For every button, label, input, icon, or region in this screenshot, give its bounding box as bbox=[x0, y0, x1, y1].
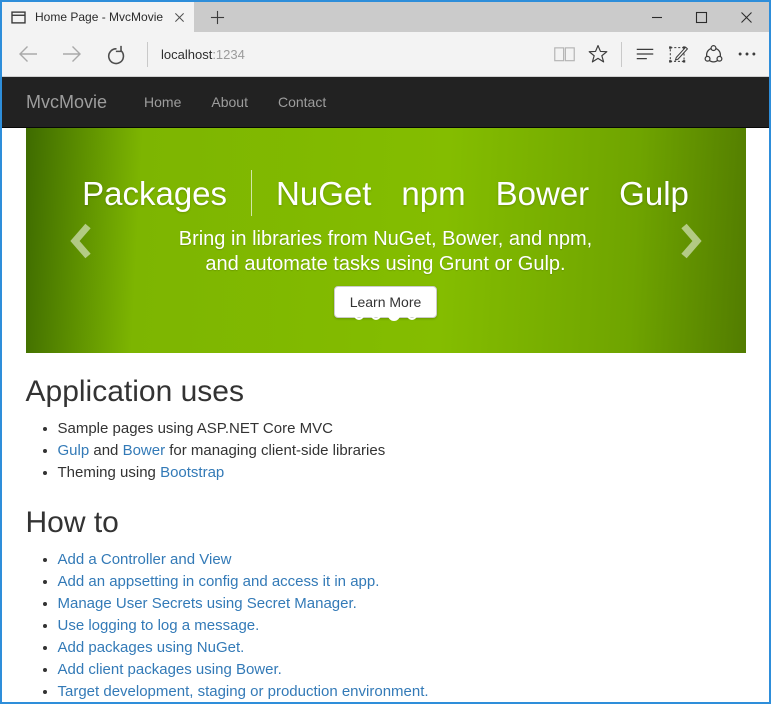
heading-item-bower: Bower bbox=[496, 177, 590, 210]
list-item: Add client packages using Bower. bbox=[58, 659, 746, 681]
refresh-icon bbox=[106, 44, 127, 65]
more-actions-button[interactable] bbox=[730, 37, 764, 71]
list-item: Target development, staging or productio… bbox=[58, 681, 746, 702]
heading-item-gulp: Gulp bbox=[619, 177, 689, 210]
web-note-button[interactable] bbox=[662, 37, 696, 71]
address-bar[interactable]: localhost:1234 bbox=[161, 47, 245, 62]
list-item: Gulp and Bower for managing client-side … bbox=[58, 440, 746, 462]
main-content: Application uses Sample pages using ASP.… bbox=[26, 375, 746, 702]
refresh-button[interactable] bbox=[94, 35, 138, 73]
section-title-how-to: How to bbox=[26, 506, 746, 539]
gulp-link[interactable]: Gulp bbox=[58, 442, 90, 459]
carousel-indicator-4[interactable] bbox=[407, 310, 417, 320]
toolbar-divider bbox=[147, 42, 148, 67]
carousel-heading-primary: Packages bbox=[82, 177, 227, 210]
list-item: Use logging to log a message. bbox=[58, 615, 746, 637]
uses-item-text: and bbox=[89, 442, 122, 459]
howto-link-logging[interactable]: Use logging to log a message. bbox=[58, 617, 260, 634]
page-viewport: MvcMovie Home About Contact Packages bbox=[2, 77, 769, 702]
howto-link-user-secrets[interactable]: Manage User Secrets using Secret Manager… bbox=[58, 595, 357, 612]
carousel: Packages NuGet npm Bower Gulp Bring in l… bbox=[26, 128, 746, 353]
new-tab-button[interactable] bbox=[194, 2, 240, 32]
reading-view-button[interactable] bbox=[547, 37, 581, 71]
toolbar-divider bbox=[621, 42, 622, 67]
howto-link-environment[interactable]: Target development, staging or productio… bbox=[58, 683, 429, 700]
list-item: Theming using Bootstrap bbox=[58, 462, 746, 484]
browser-toolbar: localhost:1234 bbox=[2, 32, 769, 77]
favorites-button[interactable] bbox=[581, 37, 615, 71]
minimize-button[interactable] bbox=[634, 2, 679, 32]
page-favicon-icon bbox=[11, 11, 26, 24]
share-icon bbox=[702, 43, 725, 66]
browser-window: Home Page - MvcMovie bbox=[0, 0, 771, 704]
back-arrow-icon bbox=[17, 43, 39, 65]
titlebar-drag-area bbox=[240, 2, 634, 32]
carousel-text-line1: Bring in libraries from NuGet, Bower, an… bbox=[26, 227, 746, 252]
carousel-indicator-2[interactable] bbox=[371, 310, 381, 320]
list-item: Add an appsetting in config and access i… bbox=[58, 571, 746, 593]
list-item: Add packages using NuGet. bbox=[58, 637, 746, 659]
carousel-text-line2: and automate tasks using Grunt or Gulp. bbox=[26, 252, 746, 277]
minimize-icon bbox=[651, 11, 663, 23]
browser-tab[interactable]: Home Page - MvcMovie bbox=[2, 2, 194, 32]
uses-item-text: Sample pages using ASP.NET Core MVC bbox=[58, 420, 333, 437]
howto-link-nuget[interactable]: Add packages using NuGet. bbox=[58, 639, 245, 656]
site-navbar: MvcMovie Home About Contact bbox=[2, 77, 769, 128]
ellipsis-icon bbox=[736, 43, 758, 65]
toolbar-right-group bbox=[547, 37, 769, 71]
bootstrap-link[interactable]: Bootstrap bbox=[160, 464, 224, 481]
maximize-icon bbox=[695, 11, 708, 24]
tab-close-icon[interactable] bbox=[174, 12, 185, 23]
hub-lines-icon bbox=[634, 43, 656, 65]
titlebar: Home Page - MvcMovie bbox=[2, 2, 769, 32]
carousel-indicator-1[interactable] bbox=[354, 310, 364, 320]
heading-item-nuget: NuGet bbox=[276, 177, 371, 210]
forward-arrow-icon bbox=[61, 43, 83, 65]
carousel-heading: Packages NuGet npm Bower Gulp bbox=[26, 170, 746, 216]
nav-item-home[interactable]: Home bbox=[129, 94, 196, 110]
carousel-next-button[interactable] bbox=[680, 223, 702, 264]
close-window-button[interactable] bbox=[724, 2, 769, 32]
share-button[interactable] bbox=[696, 37, 730, 71]
list-item: Sample pages using ASP.NET Core MVC bbox=[58, 418, 746, 440]
nav-item-about[interactable]: About bbox=[196, 94, 263, 110]
list-item: Add a Controller and View bbox=[58, 549, 746, 571]
maximize-button[interactable] bbox=[679, 2, 724, 32]
carousel-prev-button[interactable] bbox=[70, 223, 92, 264]
carousel-caption: Packages NuGet npm Bower Gulp Bring in l… bbox=[26, 128, 746, 318]
back-button[interactable] bbox=[6, 35, 50, 73]
bower-link[interactable]: Bower bbox=[123, 442, 166, 459]
howto-link-bower[interactable]: Add client packages using Bower. bbox=[58, 661, 282, 678]
url-host: localhost bbox=[161, 47, 212, 62]
how-to-list: Add a Controller and View Add an appsett… bbox=[26, 549, 746, 702]
nav-item-contact[interactable]: Contact bbox=[263, 94, 341, 110]
star-icon bbox=[587, 43, 609, 65]
reading-view-book-icon bbox=[553, 45, 576, 64]
uses-item-text: Theming using bbox=[58, 464, 161, 481]
carousel-indicator-3-active[interactable] bbox=[388, 309, 400, 321]
howto-link-appsetting[interactable]: Add an appsetting in config and access i… bbox=[58, 573, 380, 590]
carousel-indicators bbox=[26, 309, 746, 321]
uses-item-text: for managing client-side libraries bbox=[165, 442, 385, 459]
web-note-pen-icon bbox=[668, 43, 690, 65]
tab-title: Home Page - MvcMovie bbox=[35, 10, 165, 24]
url-port: :1234 bbox=[212, 47, 245, 62]
howto-link-controller-view[interactable]: Add a Controller and View bbox=[58, 551, 232, 568]
heading-item-npm: npm bbox=[401, 177, 465, 210]
forward-button[interactable] bbox=[50, 35, 94, 73]
heading-divider bbox=[251, 170, 252, 216]
hub-button[interactable] bbox=[628, 37, 662, 71]
navbar-brand[interactable]: MvcMovie bbox=[26, 92, 107, 113]
list-item: Manage User Secrets using Secret Manager… bbox=[58, 593, 746, 615]
chevron-right-icon bbox=[680, 223, 702, 259]
close-icon bbox=[740, 11, 753, 24]
section-title-application-uses: Application uses bbox=[26, 375, 746, 408]
plus-icon bbox=[210, 10, 225, 25]
chevron-left-icon bbox=[70, 223, 92, 259]
application-uses-list: Sample pages using ASP.NET Core MVC Gulp… bbox=[26, 418, 746, 484]
